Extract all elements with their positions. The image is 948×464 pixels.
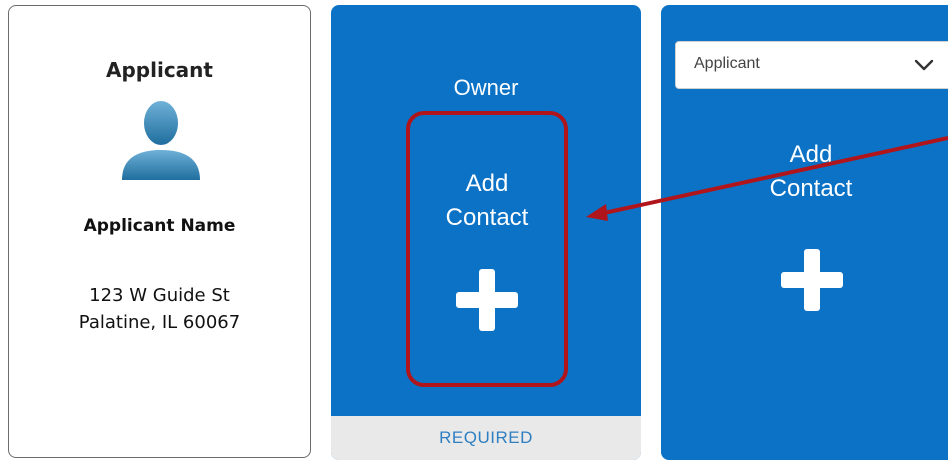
- contact-type-selected-value: Applicant: [694, 55, 760, 72]
- contact-type-select[interactable]: Applicant: [675, 41, 948, 89]
- owner-card-role: Owner: [453, 75, 519, 100]
- applicant-card-title: Applicant: [106, 58, 213, 82]
- address-line-2: Palatine, IL 60067: [78, 312, 241, 333]
- add-contact-line-2: Contact: [445, 204, 529, 231]
- plus-icon: [456, 269, 518, 331]
- required-badge: REQUIRED: [331, 416, 641, 460]
- contact-type-card: Applicant Add Contact: [661, 5, 948, 460]
- add-contact-label: Add Contact: [410, 167, 564, 235]
- add-contact-line-1: Add: [789, 141, 833, 168]
- owner-card: Owner Add Contact REQUIRED: [331, 5, 641, 460]
- select-add-contact-button[interactable]: Add Contact: [661, 138, 948, 206]
- applicant-name: Applicant Name: [83, 216, 236, 236]
- address-line-1: 123 W Guide St: [89, 285, 230, 306]
- person-silhouette-icon: [122, 101, 200, 180]
- owner-add-contact-button[interactable]: Add Contact: [406, 111, 568, 387]
- plus-icon[interactable]: [781, 249, 843, 311]
- chevron-down-icon: [914, 59, 934, 71]
- applicant-card[interactable]: Applicant Applicant Name 123 W Guide St …: [8, 5, 311, 458]
- add-contact-line-1: Add: [465, 170, 509, 197]
- add-contact-line-2: Contact: [769, 175, 853, 202]
